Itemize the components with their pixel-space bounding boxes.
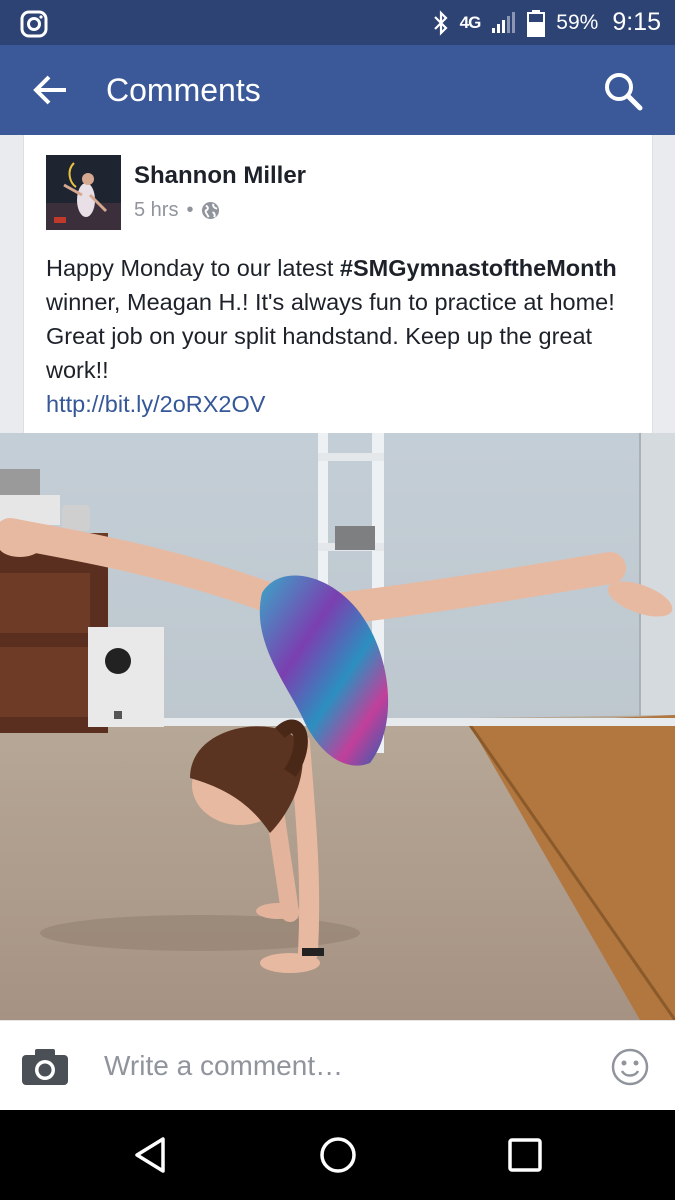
post-link[interactable]: http://bit.ly/2oRX2OV	[46, 387, 636, 421]
avatar[interactable]	[46, 155, 121, 230]
meta-separator: •	[186, 199, 194, 221]
globe-icon	[202, 201, 220, 220]
bluetooth-icon	[433, 9, 448, 36]
comment-bar	[0, 1020, 675, 1110]
post-timestamp[interactable]: 5 hrs	[134, 199, 178, 222]
back-arrow-icon[interactable]	[32, 71, 70, 109]
page-title: Comments	[106, 72, 261, 108]
post-text-rest: winner, Meagan H.! It's always fun to pr…	[46, 289, 615, 383]
nav-recents-icon[interactable]	[507, 1135, 543, 1175]
status-bar: 4G 59% 9:15	[0, 0, 675, 45]
post-card: Shannon Miller 5 hrs • Happy Monday to o…	[23, 135, 653, 433]
nav-back-icon[interactable]	[133, 1135, 169, 1175]
signal-icon	[492, 11, 516, 33]
post-photo[interactable]	[0, 433, 675, 1020]
network-type: 4G	[459, 12, 482, 32]
post-body: Happy Monday to our latest #SMGymnastoft…	[46, 251, 636, 421]
post-hashtag[interactable]: #SMGymnastoftheMonth	[340, 255, 617, 281]
smiley-icon[interactable]	[610, 1047, 650, 1087]
nav-home-icon[interactable]	[318, 1135, 358, 1175]
clock: 9:15	[612, 8, 661, 36]
post-author[interactable]: Shannon Miller	[134, 162, 306, 190]
post-meta: 5 hrs •	[134, 199, 220, 222]
instagram-icon[interactable]	[20, 10, 48, 38]
search-icon[interactable]	[603, 71, 643, 111]
comment-input[interactable]	[104, 1043, 584, 1089]
battery-percent: 59%	[556, 10, 599, 34]
camera-icon[interactable]	[20, 1047, 70, 1087]
app-bar: Comments	[0, 45, 675, 135]
battery-icon	[527, 9, 546, 37]
post-text-intro: Happy Monday to our latest	[46, 255, 340, 281]
system-nav-bar	[0, 1110, 675, 1200]
